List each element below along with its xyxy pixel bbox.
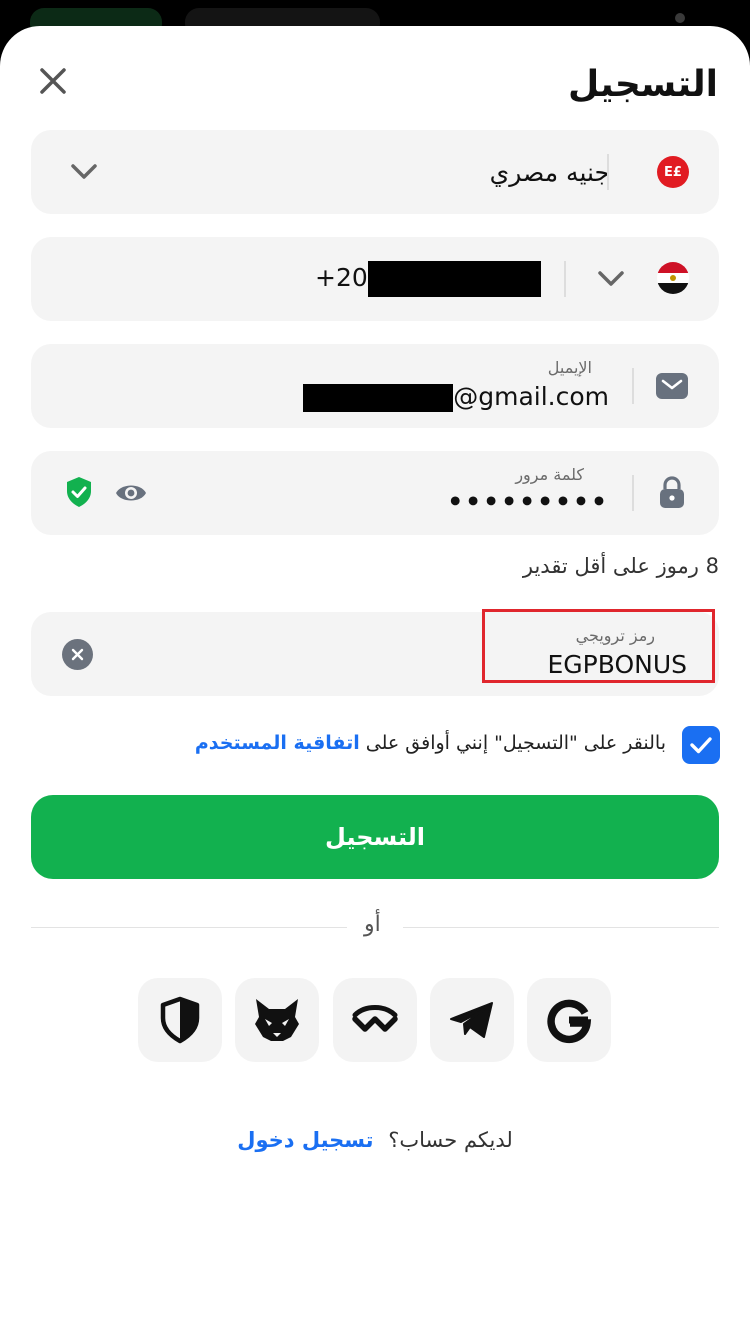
agreement-checkbox[interactable] — [682, 726, 720, 764]
social-login-button[interactable] — [235, 978, 319, 1062]
currency-badge-icon: E£ — [657, 156, 689, 188]
email-field[interactable]: الإيميل @gmail.com — [31, 344, 719, 428]
mail-icon — [656, 373, 688, 399]
redacted-block — [368, 261, 541, 297]
telegram-icon — [450, 1002, 493, 1038]
lock-icon — [660, 476, 684, 508]
social-login-button[interactable] — [430, 978, 514, 1062]
or-label: أو — [364, 912, 381, 937]
password-hint: 8 رموز على أقل تقدير — [522, 554, 719, 578]
password-field[interactable]: كلمة مرور ••••••••• — [31, 451, 719, 535]
eye-icon[interactable] — [115, 481, 147, 505]
shield-check-icon — [67, 477, 91, 507]
password-value: ••••••••• — [447, 487, 609, 516]
google-icon — [547, 999, 592, 1044]
egypt-flag-icon — [657, 262, 689, 294]
login-link[interactable]: تسجيل دخول — [237, 1128, 373, 1152]
walletconnect-icon — [352, 1005, 398, 1032]
phone-field[interactable]: +20 — [31, 237, 719, 321]
social-login-button[interactable] — [138, 978, 222, 1062]
metamask-fox-icon — [255, 999, 299, 1041]
email-value: @gmail.com — [453, 382, 609, 411]
divider — [632, 475, 634, 511]
divider — [564, 261, 566, 297]
shield-icon — [160, 996, 200, 1044]
or-divider-right — [403, 927, 719, 928]
user-agreement-link[interactable]: اتفاقية المستخدم — [195, 732, 360, 754]
password-label: كلمة مرور — [515, 465, 584, 484]
clear-icon[interactable] — [62, 639, 93, 670]
register-button[interactable]: التسجيل — [31, 795, 719, 879]
promo-value: EGPBONUS — [547, 650, 687, 679]
page-title: التسجيل — [568, 64, 718, 105]
social-login-button[interactable] — [333, 978, 417, 1062]
check-icon — [690, 737, 712, 754]
email-label: الإيميل — [547, 358, 592, 377]
agreement-row: بالنقر على "التسجيل" إنني أوافق على اتفا… — [180, 726, 720, 766]
or-divider-left — [31, 927, 347, 928]
login-question: لديكم حساب؟ — [388, 1128, 513, 1152]
currency-value: جنيه مصري — [489, 158, 610, 187]
camera-dot — [675, 13, 685, 23]
divider — [632, 368, 634, 404]
phone-prefix: +20 — [315, 263, 368, 292]
chevron-down-icon — [71, 164, 97, 179]
redacted-block — [303, 384, 453, 412]
agreement-text: بالنقر على "التسجيل" إنني أوافق على اتفا… — [195, 732, 666, 754]
login-prompt: لديكم حساب؟ تسجيل دخول — [0, 1128, 750, 1152]
divider — [607, 154, 609, 190]
currency-select[interactable]: جنيه مصري E£ — [31, 130, 719, 214]
agreement-label: بالنقر على "التسجيل" إنني أوافق على — [365, 732, 666, 754]
social-login-button[interactable] — [527, 978, 611, 1062]
chevron-down-icon[interactable] — [595, 265, 627, 293]
promo-code-field[interactable]: رمز ترويجي EGPBONUS — [31, 609, 719, 696]
promo-label: رمز ترويجي — [575, 626, 655, 645]
close-icon[interactable] — [36, 64, 70, 98]
registration-sheet: التسجيل جنيه مصري E£ +20 الإيميل @gmail.… — [0, 26, 750, 1326]
